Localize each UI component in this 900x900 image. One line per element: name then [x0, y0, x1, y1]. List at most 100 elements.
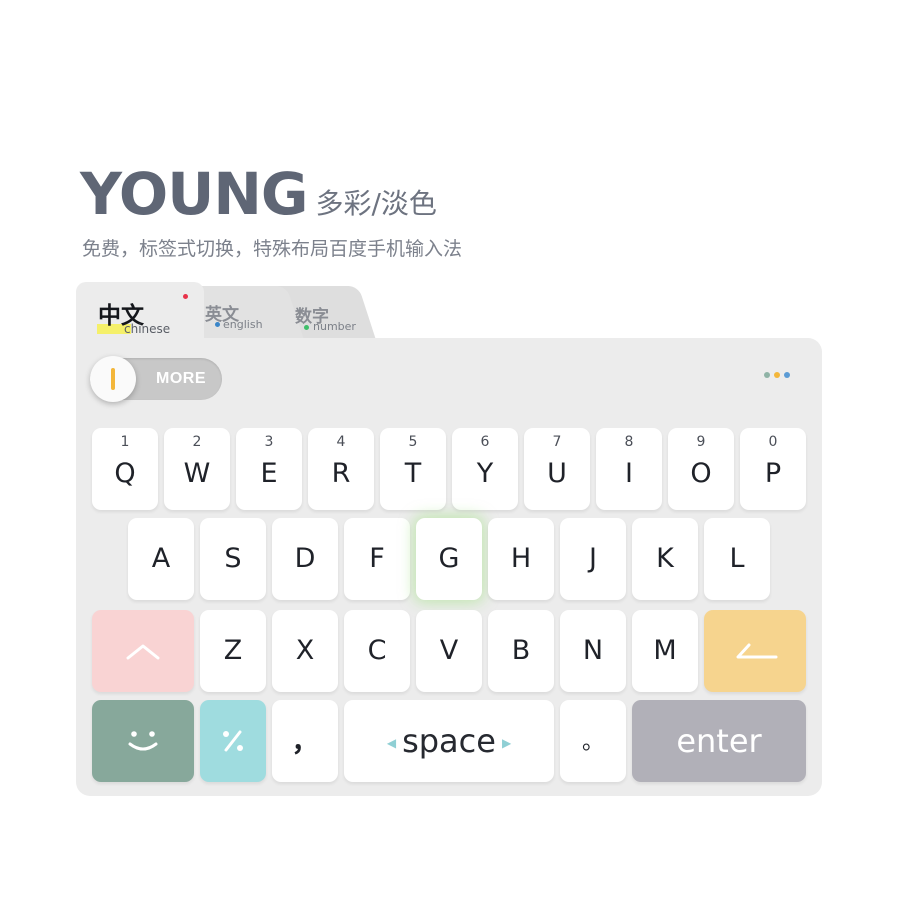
key-m[interactable]: M: [632, 610, 698, 692]
key-u[interactable]: 7 U: [524, 428, 590, 510]
comma-key[interactable]: ，: [272, 700, 338, 782]
tab-number-sub: number: [313, 320, 356, 333]
emoji-key[interactable]: [92, 700, 194, 782]
key-b[interactable]: B: [488, 610, 554, 692]
key-a[interactable]: A: [128, 518, 194, 600]
key-number: 8: [624, 434, 634, 450]
key-letter: E: [260, 458, 278, 489]
page-subtitle: 多彩/淡色: [315, 187, 437, 220]
key-letter: S: [224, 543, 242, 574]
key-number: 7: [552, 434, 562, 450]
key-number: 4: [336, 434, 346, 450]
key-letter: P: [764, 458, 782, 489]
key-letter: A: [151, 543, 171, 574]
keyboard-panel: MORE 1 Q 2 W 3 E 4 R 5 T 6 Y 7 U 8 I 9 O: [76, 338, 822, 796]
key-letter: K: [656, 543, 674, 574]
space-key[interactable]: ◀ space ▶: [344, 700, 554, 782]
key-l[interactable]: L: [704, 518, 770, 600]
key-number: 0: [768, 434, 778, 450]
backspace-icon: [736, 643, 778, 659]
key-g[interactable]: G: [416, 518, 482, 600]
shift-key[interactable]: [92, 610, 194, 692]
key-letter: C: [367, 635, 387, 666]
key-letter: X: [295, 635, 315, 666]
tab-english-marker-icon: [215, 322, 220, 327]
backspace-key[interactable]: [704, 610, 806, 692]
key-p[interactable]: 0 P: [740, 428, 806, 510]
key-letter: L: [729, 543, 745, 574]
tab-number-marker-icon: [304, 325, 309, 330]
toggle-indicator-icon: [111, 368, 115, 390]
key-number: 2: [192, 434, 202, 450]
key-number: 5: [408, 434, 418, 450]
key-letter: B: [511, 635, 531, 666]
key-letter: Q: [114, 458, 136, 489]
menu-dot: [784, 372, 790, 378]
key-letter: Y: [476, 458, 494, 489]
key-n[interactable]: N: [560, 610, 626, 692]
more-label: MORE: [156, 370, 206, 387]
chevron-up-icon: [126, 644, 160, 660]
key-s[interactable]: S: [200, 518, 266, 600]
key-letter: W: [183, 458, 211, 489]
key-q[interactable]: 1 Q: [92, 428, 158, 510]
smiley-icon: [128, 731, 158, 751]
tab-english-sub: english: [223, 318, 263, 331]
key-j[interactable]: J: [560, 518, 626, 600]
key-letter: G: [438, 543, 460, 574]
key-number: 9: [696, 434, 706, 450]
key-f[interactable]: F: [344, 518, 410, 600]
key-letter: H: [510, 543, 532, 574]
key-e[interactable]: 3 E: [236, 428, 302, 510]
key-letter: U: [547, 458, 567, 489]
key-r[interactable]: 4 R: [308, 428, 374, 510]
key-o[interactable]: 9 O: [668, 428, 734, 510]
key-letter: M: [653, 635, 677, 666]
symbols-key[interactable]: [200, 700, 266, 782]
key-letter: O: [690, 458, 712, 489]
key-c[interactable]: C: [344, 610, 410, 692]
key-letter: I: [625, 458, 633, 489]
key-number: 1: [120, 434, 130, 450]
key-w[interactable]: 2 W: [164, 428, 230, 510]
more-toggle[interactable]: MORE: [90, 356, 222, 402]
arrow-right-icon: ▶: [501, 736, 512, 750]
menu-dot: [764, 372, 770, 378]
key-k[interactable]: K: [632, 518, 698, 600]
menu-dots-icon[interactable]: [764, 372, 790, 378]
arrow-left-icon: ◀: [386, 736, 397, 750]
menu-dot: [774, 372, 780, 378]
key-letter: T: [404, 458, 422, 489]
key-y[interactable]: 6 Y: [452, 428, 518, 510]
title-block: YOUNG 多彩/淡色: [80, 160, 437, 224]
key-letter: Z: [223, 635, 243, 666]
key-letter: ，: [291, 727, 319, 758]
key-d[interactable]: D: [272, 518, 338, 600]
tab-chinese-sub: chinese: [124, 322, 171, 336]
enter-label: enter: [676, 722, 762, 760]
toggle-knob[interactable]: [90, 356, 136, 402]
tab-chinese-marker-icon: [183, 294, 188, 299]
period-key[interactable]: 。: [560, 700, 626, 782]
space-label: space: [402, 722, 496, 760]
key-letter: V: [439, 635, 459, 666]
key-letter: D: [294, 543, 316, 574]
key-number: 3: [264, 434, 274, 450]
key-h[interactable]: H: [488, 518, 554, 600]
key-t[interactable]: 5 T: [380, 428, 446, 510]
key-v[interactable]: V: [416, 610, 482, 692]
key-letter: R: [331, 458, 351, 489]
key-letter: 。: [581, 730, 604, 755]
key-z[interactable]: Z: [200, 610, 266, 692]
enter-key[interactable]: enter: [632, 700, 806, 782]
key-x[interactable]: X: [272, 610, 338, 692]
page-title: YOUNG: [80, 160, 308, 228]
key-letter: N: [582, 635, 604, 666]
page-description: 免费，标签式切换，特殊布局百度手机输入法: [82, 238, 463, 260]
key-i[interactable]: 8 I: [596, 428, 662, 510]
key-letter: F: [369, 543, 385, 574]
key-letter: J: [589, 543, 597, 574]
space-label-wrap: ◀ space ▶: [344, 722, 554, 760]
key-number: 6: [480, 434, 490, 450]
percent-icon: [223, 730, 243, 752]
